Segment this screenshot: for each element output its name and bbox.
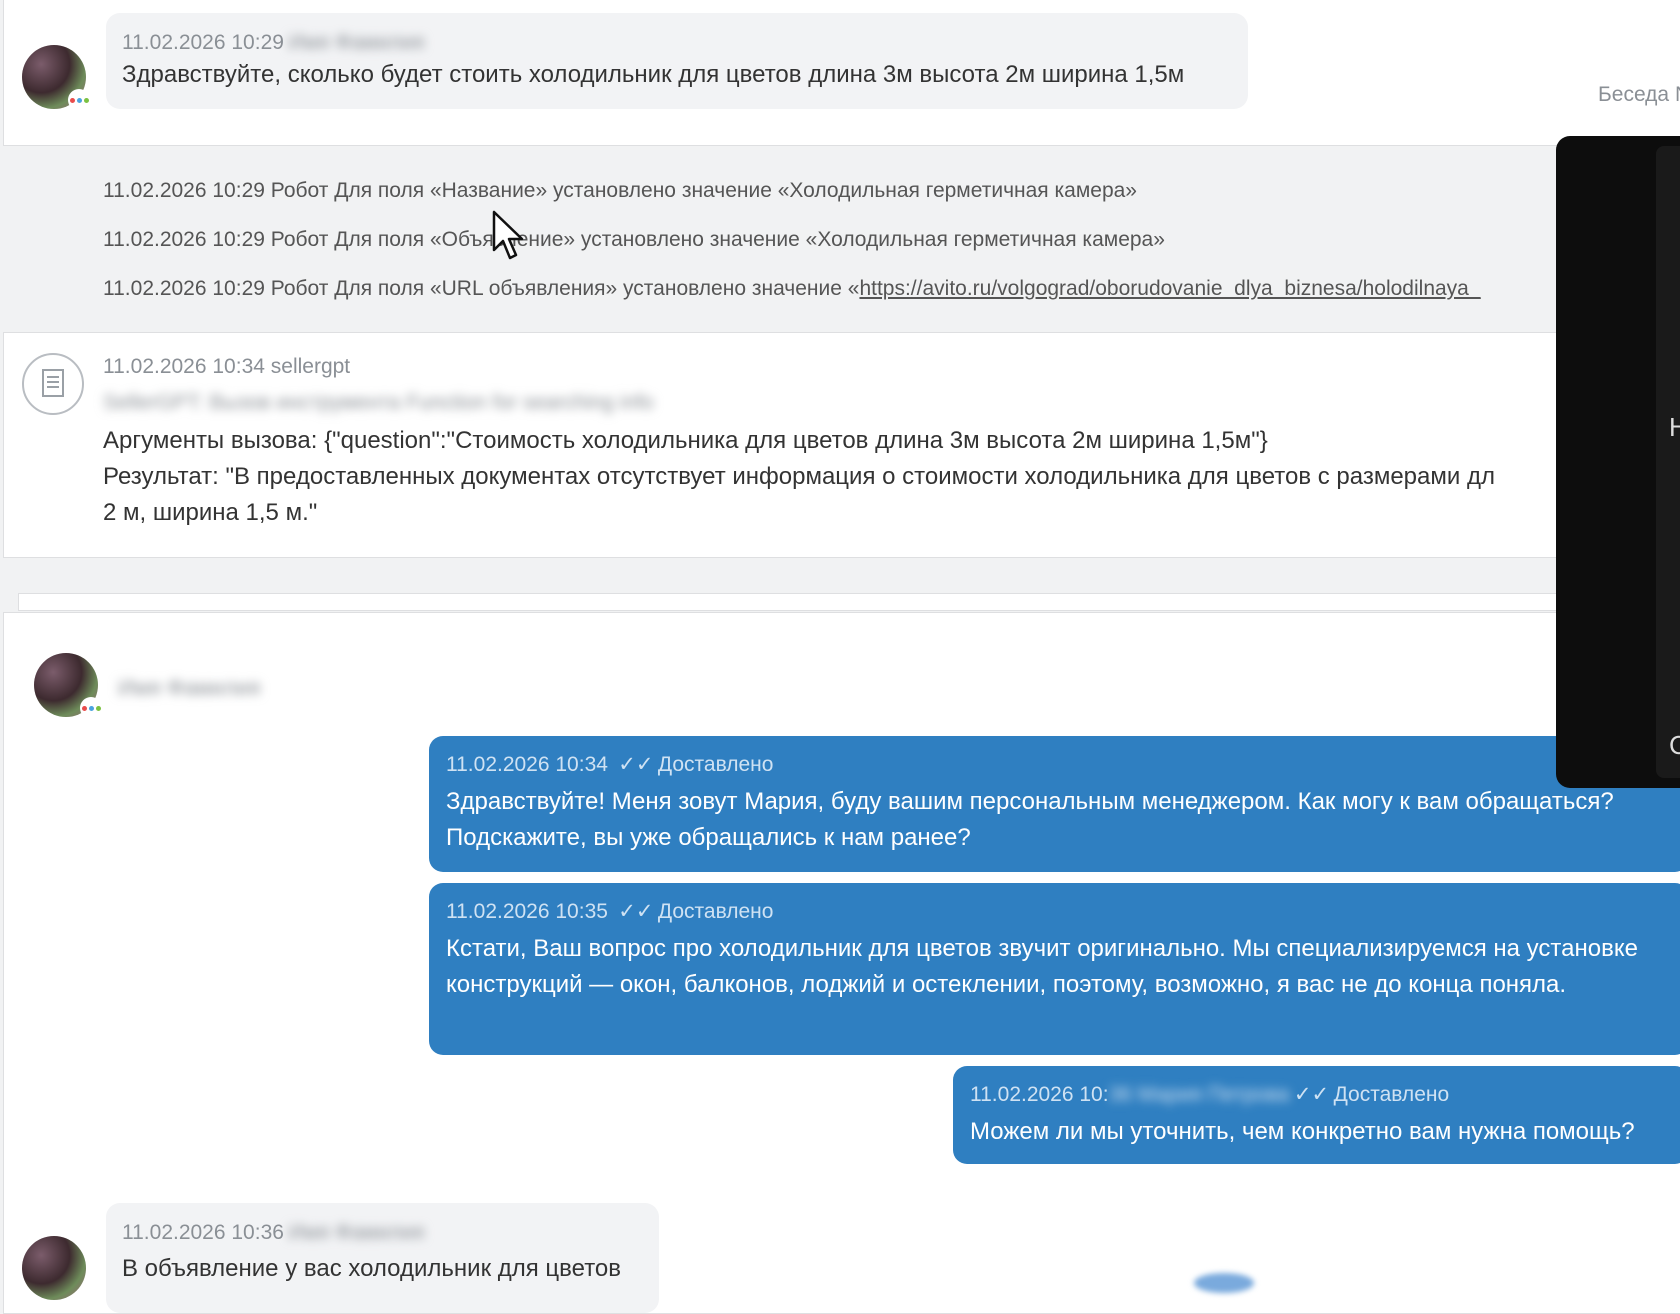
robot-log-text: 11.02.2026 10:29 Робот Для поля «URL объ…	[103, 277, 860, 300]
message-author: Имя Фамилия	[288, 31, 425, 54]
channel-badge-icon	[80, 697, 102, 719]
mouse-cursor-icon	[492, 210, 524, 260]
message-timestamp: 11.02.2026 10:35	[446, 900, 608, 923]
double-check-icon: ✓✓	[612, 900, 654, 923]
overlay-inner-edge	[1656, 146, 1680, 778]
outgoing-message: 11.02.2026 10:34 ✓✓ Доставлено Здравству…	[429, 736, 1680, 872]
gpt-call-result: Результат: "В предоставленных документах…	[103, 463, 1495, 490]
blurred-element	[1194, 1273, 1254, 1293]
overlay-glyph: Н	[1669, 412, 1680, 442]
message-text: Кстати, Ваш вопрос про холодильник для ц…	[446, 935, 1638, 998]
gpt-call-result-continued: 2 м, ширина 1,5 м."	[103, 499, 318, 526]
message-timestamp: 11.02.2026 10:36	[122, 1221, 284, 1244]
outgoing-message: 11.02.2026 10:36 Мария Петрова ✓✓ Достав…	[953, 1066, 1680, 1164]
delivery-status: Доставлено	[657, 900, 774, 923]
message-text: Здравствуйте, сколько будет стоить холод…	[122, 61, 1185, 88]
message-text: Можем ли мы уточнить, чем конкретно вам …	[970, 1118, 1635, 1145]
message-text: В объявление у вас холодильник для цвето…	[122, 1255, 622, 1282]
gpt-call-title: SellerGPT: Вызов инструмента Function fo…	[103, 391, 654, 414]
message-sender: 36 Мария Петрова	[1108, 1083, 1290, 1106]
dark-overlay-panel[interactable]: Н С	[1556, 136, 1680, 788]
gpt-call-timestamp: 11.02.2026 10:34 sellergpt	[103, 355, 351, 378]
delivery-status: Доставлено	[657, 753, 774, 776]
chat-panel: Имя Фамилия 11.02.2026 10:34 ✓✓ Доставле…	[3, 612, 1680, 1314]
contact-avatar[interactable]	[34, 653, 102, 719]
message-text: Здравствуйте! Меня зовут Мария, буду ваш…	[446, 788, 1614, 851]
stacked-card-edge	[18, 593, 1680, 611]
robot-log-line: 11.02.2026 10:29 Робот Для поля «Объявле…	[103, 228, 1165, 251]
outgoing-message: 11.02.2026 10:35 ✓✓ Доставлено Кстати, В…	[429, 883, 1680, 1055]
double-check-icon: ✓✓	[1293, 1083, 1330, 1106]
message-timestamp: 11.02.2026 10:	[970, 1083, 1109, 1106]
gpt-call-arguments: Аргументы вызова: {"question":"Стоимость…	[103, 427, 1268, 454]
ad-url-link[interactable]: https://avito.ru/volgograd/oborudovanie_…	[859, 277, 1480, 300]
incoming-message: 11.02.2026 10:36 Имя Фамилия В объявлени…	[106, 1203, 659, 1313]
conversation-label[interactable]: Беседа N	[1598, 83, 1680, 107]
message-timestamp: 11.02.2026 10:29	[122, 31, 284, 54]
contact-name[interactable]: Имя Фамилия	[118, 675, 260, 701]
gpt-call-panel: 11.02.2026 10:34 sellergpt SellerGPT: Вы…	[3, 332, 1680, 558]
document-icon	[22, 353, 84, 415]
double-check-icon: ✓✓	[612, 753, 654, 776]
message-author: Имя Фамилия	[288, 1221, 425, 1244]
robot-log-line: 11.02.2026 10:29 Робот Для поля «URL объ…	[103, 277, 1481, 301]
message-timestamp: 11.02.2026 10:34	[446, 753, 608, 776]
channel-badge-icon	[68, 89, 90, 111]
overlay-glyph: С	[1669, 730, 1680, 760]
incoming-message: 11.02.2026 10:29 Имя Фамилия Здравствуйт…	[106, 13, 1248, 109]
customer-avatar[interactable]	[22, 1236, 86, 1300]
robot-log-line: 11.02.2026 10:29 Робот Для поля «Названи…	[103, 179, 1137, 202]
customer-avatar[interactable]	[22, 45, 90, 111]
delivery-status: Доставлено	[1333, 1083, 1450, 1106]
message-panel-1: 11.02.2026 10:29 Имя Фамилия Здравствуйт…	[3, 0, 1680, 146]
